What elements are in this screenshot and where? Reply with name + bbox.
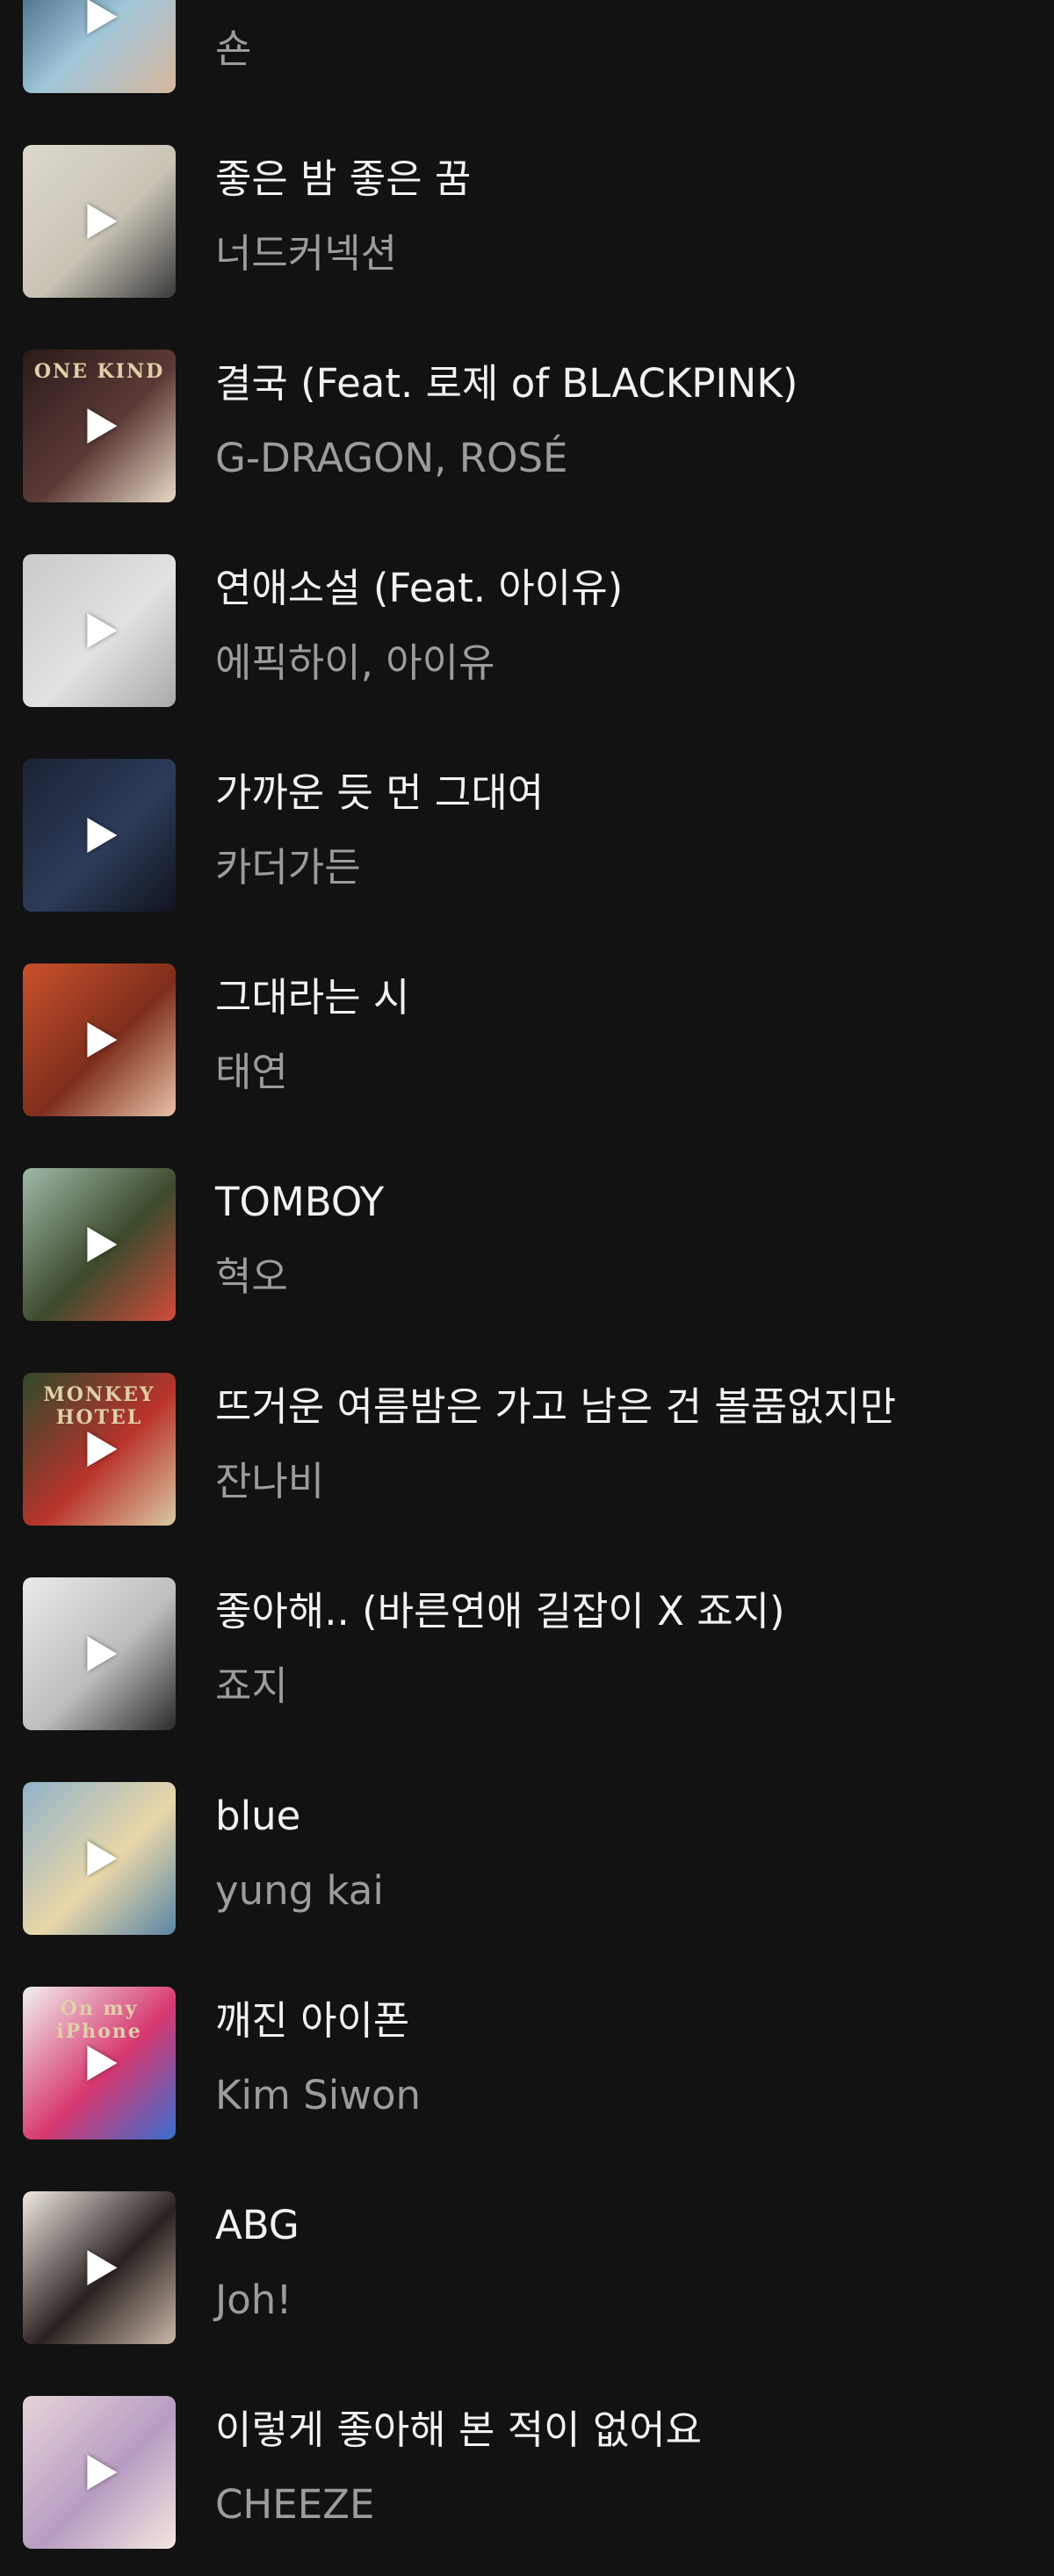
play-icon[interactable]: [87, 1636, 118, 1671]
play-icon[interactable]: [87, 2455, 118, 2490]
track-title[interactable]: blue: [215, 1792, 300, 1841]
album-art-thumbnail[interactable]: [23, 963, 176, 1116]
track-row[interactable]: Way Back Home 숀: [0, 0, 1054, 119]
track-artist[interactable]: 카더가든: [215, 843, 361, 892]
track-artist[interactable]: G-DRAGON, ROSÉ: [215, 434, 567, 483]
track-row[interactable]: 그대라는 시 태연: [0, 938, 1054, 1143]
play-icon[interactable]: [87, 2250, 118, 2285]
album-art-text: ONE KIND: [33, 360, 165, 383]
track-title[interactable]: 그대라는 시: [215, 973, 409, 1022]
track-title[interactable]: 깨진 아이폰: [215, 1996, 409, 2046]
track-row[interactable]: TOMBOY 혁오: [0, 1143, 1054, 1347]
track-artist[interactable]: 태연: [215, 1048, 288, 1097]
track-artist[interactable]: CHEEZE: [215, 2480, 374, 2529]
play-icon[interactable]: [87, 1841, 118, 1876]
album-art-text: MONKEY HOTEL: [43, 1383, 155, 1429]
track-artist[interactable]: 너드커넥션: [215, 229, 397, 278]
play-icon[interactable]: [87, 818, 118, 853]
track-title[interactable]: 좋은 밤 좋은 꿈: [215, 155, 471, 204]
album-art-thumbnail[interactable]: [23, 554, 176, 707]
track-row[interactable]: MONKEY HOTEL 뜨거운 여름밤은 가고 남은 건 볼품없지만 잔나비: [0, 1347, 1054, 1552]
track-row[interactable]: 연애소설 (Feat. 아이유) 에픽하이, 아이유: [0, 529, 1054, 733]
play-icon[interactable]: [87, 2046, 118, 2081]
play-icon[interactable]: [87, 408, 118, 444]
track-title[interactable]: ABG: [215, 2201, 300, 2250]
track-title[interactable]: 연애소설 (Feat. 아이유): [215, 564, 623, 613]
play-icon[interactable]: [87, 0, 118, 34]
album-art-thumbnail[interactable]: On my iPhone: [23, 1987, 176, 2139]
play-icon[interactable]: [87, 204, 118, 239]
track-title[interactable]: 좋아해.. (바른연애 길잡이 X 죠지): [215, 1587, 785, 1636]
track-artist[interactable]: yung kai: [215, 1866, 384, 1916]
play-icon[interactable]: [87, 1022, 118, 1057]
album-art-thumbnail[interactable]: [23, 0, 176, 93]
album-art-text: On my iPhone: [56, 1997, 142, 2043]
album-art-thumbnail[interactable]: MONKEY HOTEL: [23, 1373, 176, 1526]
track-row[interactable]: 좋은 밤 좋은 꿈 너드커넥션: [0, 119, 1054, 324]
track-list: Way Back Home 숀 좋은 밤 좋은 꿈 너드커넥션 ONE KIND…: [0, 0, 1054, 2549]
track-artist[interactable]: 혁오: [215, 1252, 288, 1302]
play-icon[interactable]: [87, 613, 118, 648]
track-title[interactable]: 이렇게 좋아해 본 적이 없어요: [215, 2406, 702, 2455]
track-row[interactable]: 이렇게 좋아해 본 적이 없어요 CHEEZE: [0, 2370, 1054, 2575]
track-row[interactable]: 좋아해.. (바른연애 길잡이 X 죠지) 죠지: [0, 1552, 1054, 1757]
track-artist[interactable]: 죠지: [215, 1662, 288, 1711]
album-art-thumbnail[interactable]: [23, 145, 176, 298]
track-artist[interactable]: 에픽하이, 아이유: [215, 639, 495, 688]
album-art-thumbnail[interactable]: [23, 1168, 176, 1321]
play-icon[interactable]: [87, 1432, 118, 1467]
album-art-thumbnail[interactable]: [23, 759, 176, 912]
album-art-thumbnail[interactable]: [23, 2191, 176, 2344]
play-icon[interactable]: [87, 1227, 118, 1262]
track-row[interactable]: 가까운 듯 먼 그대여 카더가든: [0, 733, 1054, 938]
track-title[interactable]: TOMBOY: [215, 1178, 384, 1227]
track-title[interactable]: 가까운 듯 먼 그대여: [215, 768, 544, 818]
album-art-thumbnail[interactable]: [23, 1782, 176, 1935]
track-artist[interactable]: 숀: [215, 25, 251, 74]
track-row[interactable]: On my iPhone 깨진 아이폰 Kim Siwon: [0, 1961, 1054, 2166]
track-artist[interactable]: 잔나비: [215, 1457, 324, 1506]
track-title[interactable]: 결국 (Feat. 로제 of BLACKPINK): [215, 359, 798, 408]
track-row[interactable]: ONE KIND 결국 (Feat. 로제 of BLACKPINK) G-DR…: [0, 324, 1054, 529]
album-art-thumbnail[interactable]: [23, 2396, 176, 2549]
album-art-thumbnail[interactable]: ONE KIND: [23, 350, 176, 502]
album-art-thumbnail[interactable]: [23, 1577, 176, 1730]
track-artist[interactable]: Kim Siwon: [215, 2071, 421, 2120]
track-row[interactable]: blue yung kai: [0, 1757, 1054, 1961]
track-title[interactable]: 뜨거운 여름밤은 가고 남은 건 볼품없지만: [215, 1382, 896, 1432]
track-row[interactable]: ABG Joh!: [0, 2166, 1054, 2370]
track-artist[interactable]: Joh!: [215, 2276, 292, 2325]
